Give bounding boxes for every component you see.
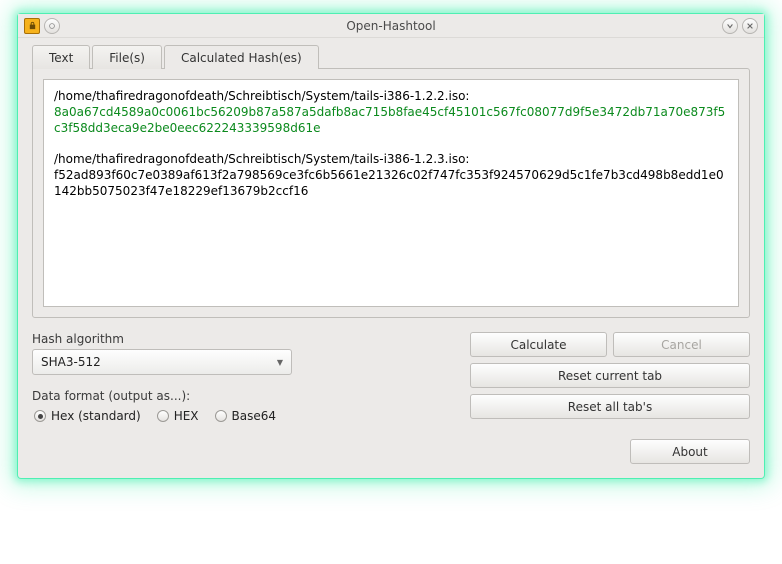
- result-path: /home/thafiredragonofdeath/Schreibtisch/…: [54, 88, 728, 104]
- window-menu-button[interactable]: [44, 18, 60, 34]
- chevron-down-icon: ▼: [277, 358, 283, 367]
- window-frame: Open-Hashtool Text File(s) Calculated Ha…: [18, 14, 764, 478]
- minimize-button[interactable]: [722, 18, 738, 34]
- result-hash: 8a0a67cd4589a0c0061bc56209b87a587a5dafb8…: [54, 104, 728, 136]
- tab-files[interactable]: File(s): [92, 45, 162, 69]
- window-title: Open-Hashtool: [18, 19, 764, 33]
- tab-calculated[interactable]: Calculated Hash(es): [164, 45, 319, 69]
- radio-dot-icon: [215, 410, 227, 422]
- result-hash: f52ad893f60c7e0389af613f2a798569ce3fc6b5…: [54, 167, 728, 199]
- calculate-button[interactable]: Calculate: [470, 332, 607, 357]
- algo-dropdown[interactable]: SHA3-512 ▼: [32, 349, 292, 375]
- radio-hex-upper[interactable]: HEX: [157, 409, 199, 423]
- close-button[interactable]: [742, 18, 758, 34]
- radio-dot-icon: [157, 410, 169, 422]
- tab-panel: /home/thafiredragonofdeath/Schreibtisch/…: [32, 68, 750, 318]
- algo-value: SHA3-512: [41, 355, 101, 369]
- radio-hex-standard[interactable]: Hex (standard): [34, 409, 141, 423]
- tab-text[interactable]: Text: [32, 45, 90, 69]
- result-path: /home/thafiredragonofdeath/Schreibtisch/…: [54, 151, 728, 167]
- radio-dot-icon: [34, 410, 46, 422]
- titlebar: Open-Hashtool: [18, 14, 764, 38]
- results-box[interactable]: /home/thafiredragonofdeath/Schreibtisch/…: [43, 79, 739, 307]
- tab-bar: Text File(s) Calculated Hash(es): [32, 44, 750, 68]
- reset-current-button[interactable]: Reset current tab: [470, 363, 750, 388]
- lock-icon: [24, 18, 40, 34]
- cancel-button[interactable]: Cancel: [613, 332, 750, 357]
- about-button[interactable]: About: [630, 439, 750, 464]
- algo-label: Hash algorithm: [32, 332, 460, 346]
- radio-base64[interactable]: Base64: [215, 409, 277, 423]
- format-label: Data format (output as...):: [32, 389, 460, 403]
- reset-all-button[interactable]: Reset all tab's: [470, 394, 750, 419]
